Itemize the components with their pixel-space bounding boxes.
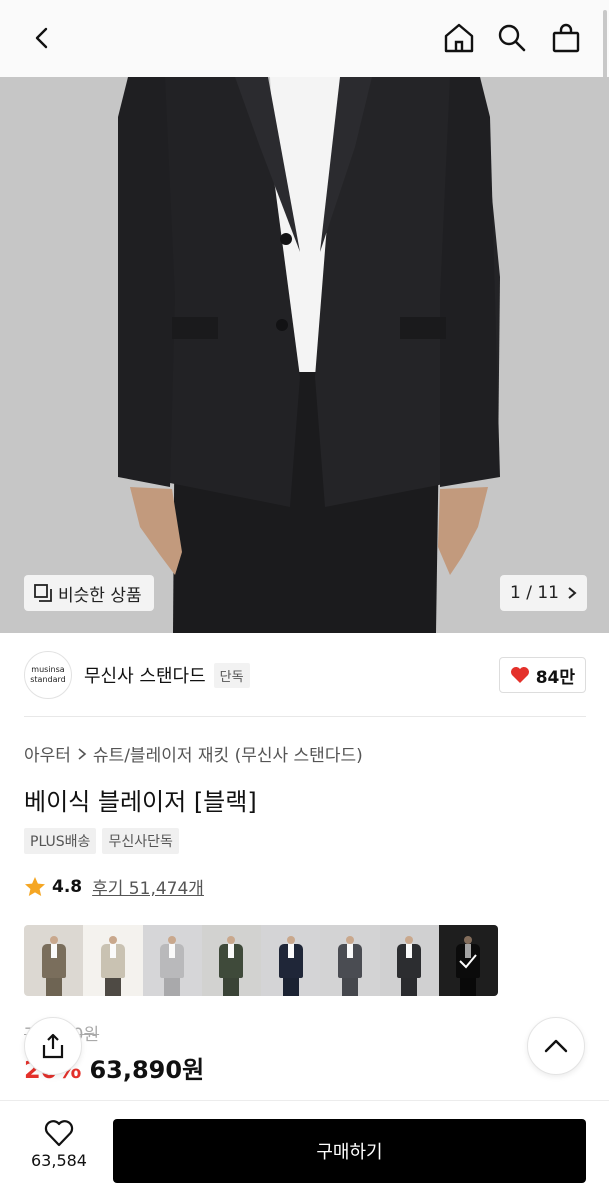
similar-products-label: 비슷한 상품 (58, 585, 142, 606)
swatch-thumbnail (276, 936, 306, 996)
brand-like-button[interactable]: 84만 (498, 657, 586, 693)
image-page-counter[interactable]: 1 / 11 (500, 575, 587, 611)
swatch-thumbnail (98, 936, 128, 996)
wishlist-button[interactable]: 63,584 (22, 1119, 96, 1170)
top-navigation-bar (0, 0, 609, 90)
swatch-thumbnail (216, 936, 246, 996)
bottom-action-bar: 63,584 구매하기 (0, 1100, 609, 1200)
product-title: 베이식 블레이저 [블랙] (24, 788, 257, 816)
divider (24, 716, 586, 717)
buy-button[interactable]: 구매하기 (113, 1119, 586, 1183)
current-price: 63,890원 (89, 1056, 205, 1084)
shopping-bag-icon[interactable] (548, 20, 584, 56)
color-swatch-khaki-brown[interactable] (24, 925, 84, 996)
breadcrumb-item-1[interactable]: 슈트/블레이저 재킷 (무신사 스탠다드) (93, 741, 363, 766)
chevron-right-icon (568, 587, 577, 599)
similar-products-button[interactable]: 비슷한 상품 (24, 575, 154, 611)
rating-score: 4.8 (52, 876, 83, 897)
color-swatch-light-gray[interactable] (142, 925, 202, 996)
product-image[interactable]: 비슷한 상품 1 / 11 (0, 77, 609, 633)
plus-delivery-badge: PLUS배송 (24, 828, 97, 854)
color-swatch-charcoal[interactable] (320, 925, 380, 996)
swatch-thumbnail (39, 936, 69, 996)
check-icon (438, 925, 498, 996)
search-icon[interactable] (494, 20, 530, 56)
brand-name[interactable]: 무신사 스탠다드 (84, 662, 206, 688)
brand-like-count: 84만 (535, 667, 575, 688)
color-swatch-black[interactable] (438, 925, 498, 996)
swatch-thumbnail (335, 936, 365, 996)
page-counter-label: 1 / 11 (510, 583, 559, 603)
heart-filled-icon (510, 667, 529, 683)
brand-logo[interactable]: musinsa standard (24, 651, 72, 699)
badges: PLUS배송 무신사단독 (24, 828, 179, 854)
home-icon[interactable] (441, 20, 477, 56)
chevron-right-icon (78, 747, 87, 760)
breadcrumb-item-0[interactable]: 아우터 (24, 741, 71, 766)
star-icon (25, 876, 45, 896)
share-button[interactable] (24, 1017, 82, 1075)
heart-outline-icon (44, 1120, 74, 1147)
color-swatch-beige[interactable] (83, 925, 143, 996)
breadcrumb: 아우터 슈트/블레이저 재킷 (무신사 스탠다드) (24, 741, 363, 766)
exclusive-tag: 단독 (213, 662, 250, 688)
scroll-to-top-button[interactable] (527, 1017, 585, 1075)
review-link[interactable]: 후기 51,474개 (92, 874, 204, 899)
color-swatch-dark-gray[interactable] (379, 925, 439, 996)
swatch-thumbnail (157, 936, 187, 996)
rating: 4.8 후기 51,474개 (24, 874, 204, 899)
brand-row: musinsa standard 무신사 스탠다드 단독 84만 (24, 650, 586, 700)
back-icon[interactable] (24, 20, 60, 56)
musinsa-exclusive-badge: 무신사단독 (102, 828, 179, 854)
wishlist-count: 63,584 (31, 1151, 87, 1170)
swatch-thumbnail (394, 936, 424, 996)
similar-icon (34, 584, 52, 602)
share-icon (42, 1033, 64, 1059)
color-swatch-olive[interactable] (201, 925, 261, 996)
color-options (24, 925, 498, 996)
chevron-up-icon (544, 1039, 568, 1053)
color-swatch-navy[interactable] (261, 925, 321, 996)
